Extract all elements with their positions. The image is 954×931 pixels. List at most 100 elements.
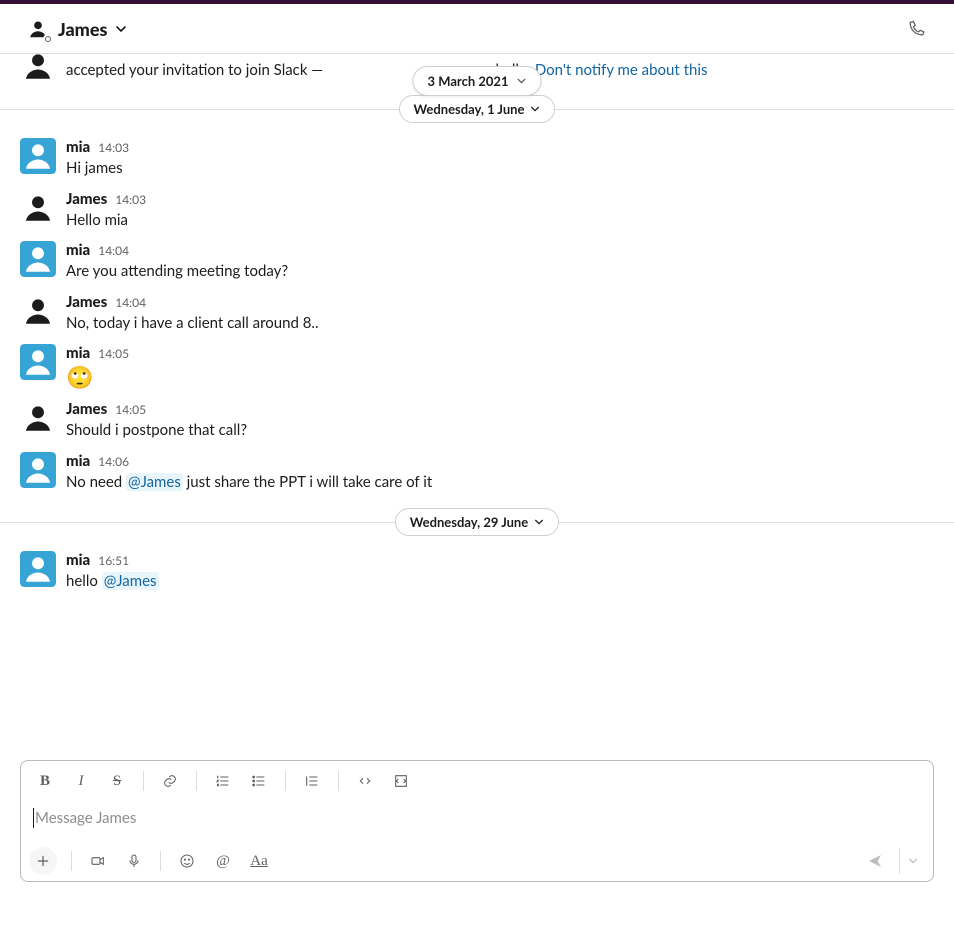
- message-time: 14:04: [98, 244, 129, 258]
- message-avatar[interactable]: [20, 344, 56, 380]
- separator: [338, 771, 339, 791]
- emoji-button[interactable]: [171, 846, 203, 876]
- person-icon: [21, 345, 55, 379]
- blockquote-button[interactable]: [296, 766, 328, 796]
- codeblock-button[interactable]: [385, 766, 417, 796]
- format-toolbar: B I S: [21, 761, 933, 801]
- date-jump-pill[interactable]: 3 March 2021: [413, 66, 542, 96]
- person-icon: [21, 401, 55, 435]
- message-input[interactable]: Message James: [21, 801, 933, 841]
- ordered-list-button[interactable]: [207, 766, 239, 796]
- message-avatar[interactable]: [20, 551, 56, 587]
- message-time: 14:03: [115, 193, 146, 207]
- bullet-list-button[interactable]: [243, 766, 275, 796]
- code-button[interactable]: [349, 766, 381, 796]
- dm-title-button[interactable]: James: [20, 13, 133, 45]
- message: mia 14:04 Are you attending meeting today…: [0, 235, 954, 287]
- microphone-icon: [126, 853, 142, 869]
- message-author[interactable]: mia: [66, 344, 90, 362]
- video-button[interactable]: [82, 846, 114, 876]
- message-avatar[interactable]: [20, 400, 56, 436]
- date-pill[interactable]: Wednesday, 29 June: [395, 508, 559, 536]
- chevron-down-icon: [530, 104, 540, 114]
- person-icon: [21, 54, 55, 83]
- separator: [71, 851, 72, 871]
- person-icon: [21, 453, 55, 487]
- message-text: Hello mia: [66, 209, 934, 232]
- message-text: No, today i have a client call around 8.…: [66, 312, 934, 335]
- dont-notify-link[interactable]: Don't notify me about this: [535, 61, 708, 79]
- call-button[interactable]: [898, 11, 934, 47]
- message-time: 14:05: [115, 403, 146, 417]
- presence-indicator: [43, 34, 53, 44]
- mention-button[interactable]: @: [207, 846, 239, 876]
- attach-button[interactable]: [29, 847, 57, 875]
- video-icon: [90, 853, 106, 869]
- date-label: Wednesday, 29 June: [410, 514, 528, 530]
- dm-peer-name: James: [58, 18, 107, 40]
- message-avatar[interactable]: [20, 241, 56, 277]
- message-text: Hi james: [66, 157, 934, 180]
- message-list[interactable]: James 16:19 accepted your invitation to …: [0, 54, 954, 760]
- send-button[interactable]: [859, 846, 891, 876]
- text-part: hello: [66, 572, 102, 590]
- message-author[interactable]: mia: [66, 551, 90, 569]
- code-icon: [357, 773, 373, 789]
- message-avatar[interactable]: [20, 293, 56, 329]
- person-icon: [21, 552, 55, 586]
- chevron-down-icon: [115, 23, 127, 35]
- message-time: 14:05: [98, 347, 129, 361]
- message-author[interactable]: James: [66, 190, 107, 208]
- text-part: just share the PPT i will take care of i…: [183, 473, 432, 491]
- italic-button[interactable]: I: [65, 766, 97, 796]
- message-time: 16:51: [98, 554, 129, 568]
- send-options-button[interactable]: [899, 848, 925, 874]
- send-icon: [867, 853, 883, 869]
- composer-container: B I S: [0, 760, 954, 906]
- message-author[interactable]: mia: [66, 241, 90, 259]
- link-button[interactable]: [154, 766, 186, 796]
- system-text-part: accepted your invitation to join Slack —: [66, 61, 327, 79]
- chevron-down-icon: [517, 76, 527, 86]
- message-composer: B I S: [20, 760, 934, 882]
- bold-button[interactable]: B: [29, 766, 61, 796]
- composer-actions: @ Aa: [21, 841, 933, 881]
- message-author[interactable]: James: [66, 293, 107, 311]
- message-author[interactable]: mia: [66, 138, 90, 156]
- text-part: No need: [66, 473, 126, 491]
- person-icon: [21, 242, 55, 276]
- message-text: No need @James just share the PPT i will…: [66, 471, 934, 494]
- message-author[interactable]: James: [66, 400, 107, 418]
- message-avatar: [20, 54, 56, 84]
- message: James 14:03 Hello mia: [0, 184, 954, 236]
- mention[interactable]: @James: [102, 572, 159, 590]
- message-avatar[interactable]: [20, 190, 56, 226]
- date-pill[interactable]: Wednesday, 1 June: [399, 95, 556, 123]
- message: James14:05 Should i postpone that call?: [0, 394, 954, 446]
- chevron-down-icon: [908, 856, 918, 866]
- message-time: 14:03: [98, 141, 129, 155]
- message-avatar[interactable]: [20, 138, 56, 174]
- message-avatar[interactable]: [20, 452, 56, 488]
- phone-icon: [906, 19, 926, 39]
- header-avatar: [26, 17, 50, 41]
- audio-button[interactable]: [118, 846, 150, 876]
- date-jump-label: 3 March 2021: [428, 73, 509, 89]
- message-input-placeholder: Message James: [35, 809, 136, 827]
- message-time: 14:04: [115, 296, 146, 310]
- strikethrough-button[interactable]: S: [101, 766, 133, 796]
- message-emoji: 🙄: [66, 364, 934, 390]
- message: mia 14:05 🙄: [0, 338, 954, 394]
- text-cursor: [33, 808, 34, 828]
- plus-icon: [35, 853, 51, 869]
- message-text: Are you attending meeting today?: [66, 260, 934, 283]
- message-author[interactable]: mia: [66, 452, 90, 470]
- separator: [143, 771, 144, 791]
- formatting-button[interactable]: Aa: [243, 846, 275, 876]
- bullet-list-icon: [251, 773, 267, 789]
- message-time: 14:06: [98, 455, 129, 469]
- person-icon: [21, 294, 55, 328]
- blockquote-icon: [304, 773, 320, 789]
- mention[interactable]: @James: [126, 473, 183, 491]
- separator: [285, 771, 286, 791]
